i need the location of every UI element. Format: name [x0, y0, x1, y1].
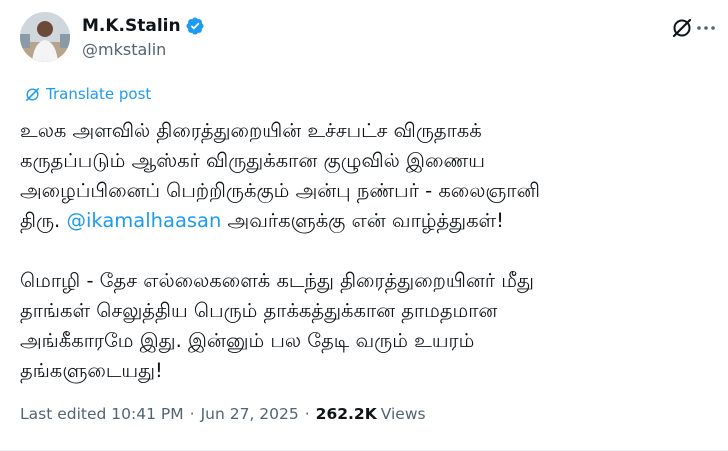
text-line: கருதப்படும் ஆஸ்கர் விருதுக்கான குழுவில் …: [20, 149, 486, 172]
views-label: Views: [380, 405, 426, 423]
post-paragraph-2: மொழி - தேச எல்லைகளைக் கடந்து திரைத்துறைய…: [20, 266, 710, 386]
post-time[interactable]: 10:41 PM: [111, 405, 183, 423]
views-count: 262.2K: [315, 405, 377, 423]
mention-link[interactable]: @ikamalhaasan: [66, 209, 221, 232]
text-line: அழைப்பினைப் பெற்றிருக்கும் அன்பு நண்பர் …: [20, 179, 540, 202]
translate-post-link[interactable]: Translate post: [24, 85, 151, 103]
grok-icon[interactable]: [670, 16, 694, 40]
post-header: M.K.Stalin @mkstalin: [20, 10, 715, 66]
post-paragraph-1: உலக அளவில் திரைத்துறையின் உச்சபட்ச விருத…: [20, 116, 710, 236]
text-line: அவர்களுக்கு என் வாழ்த்துகள்!: [221, 209, 504, 232]
text-line: அங்கீகாரமே இது. இன்னும் பல தேடி வரும் உய…: [20, 329, 475, 352]
separator: ·: [304, 405, 310, 423]
text-line: மொழி - தேச எல்லைகளைக் கடந்து திரைத்துறைய…: [20, 269, 534, 292]
post-text: உலக அளவில் திரைத்துறையின் உச்சபட்ச விருத…: [20, 116, 710, 386]
text-line: தங்களுடையது!: [20, 359, 163, 382]
avatar[interactable]: [20, 12, 70, 62]
translate-icon: [26, 87, 39, 101]
text-line: தாங்கள் செலுத்திய பெரும் தாக்கத்துக்கான …: [20, 299, 498, 322]
text-line: உலக அளவில் திரைத்துறையின் உச்சபட்ச விருத…: [20, 119, 482, 142]
display-name-row[interactable]: M.K.Stalin: [82, 14, 205, 38]
more-options-icon[interactable]: [694, 16, 718, 40]
translate-post-label[interactable]: Translate post: [46, 85, 151, 103]
separator: ·: [189, 405, 195, 423]
verified-badge-icon: [186, 17, 204, 35]
display-name[interactable]: M.K.Stalin: [82, 16, 181, 36]
author-names: M.K.Stalin @mkstalin: [82, 14, 205, 59]
text-line: திரு.: [20, 209, 67, 232]
author-handle[interactable]: @mkstalin: [82, 40, 205, 59]
post-date[interactable]: Jun 27, 2025: [201, 405, 299, 423]
post-metadata: Last edited 10:41 PM · Jun 27, 2025 · 26…: [20, 405, 426, 423]
edited-label[interactable]: Last edited: [20, 405, 106, 423]
